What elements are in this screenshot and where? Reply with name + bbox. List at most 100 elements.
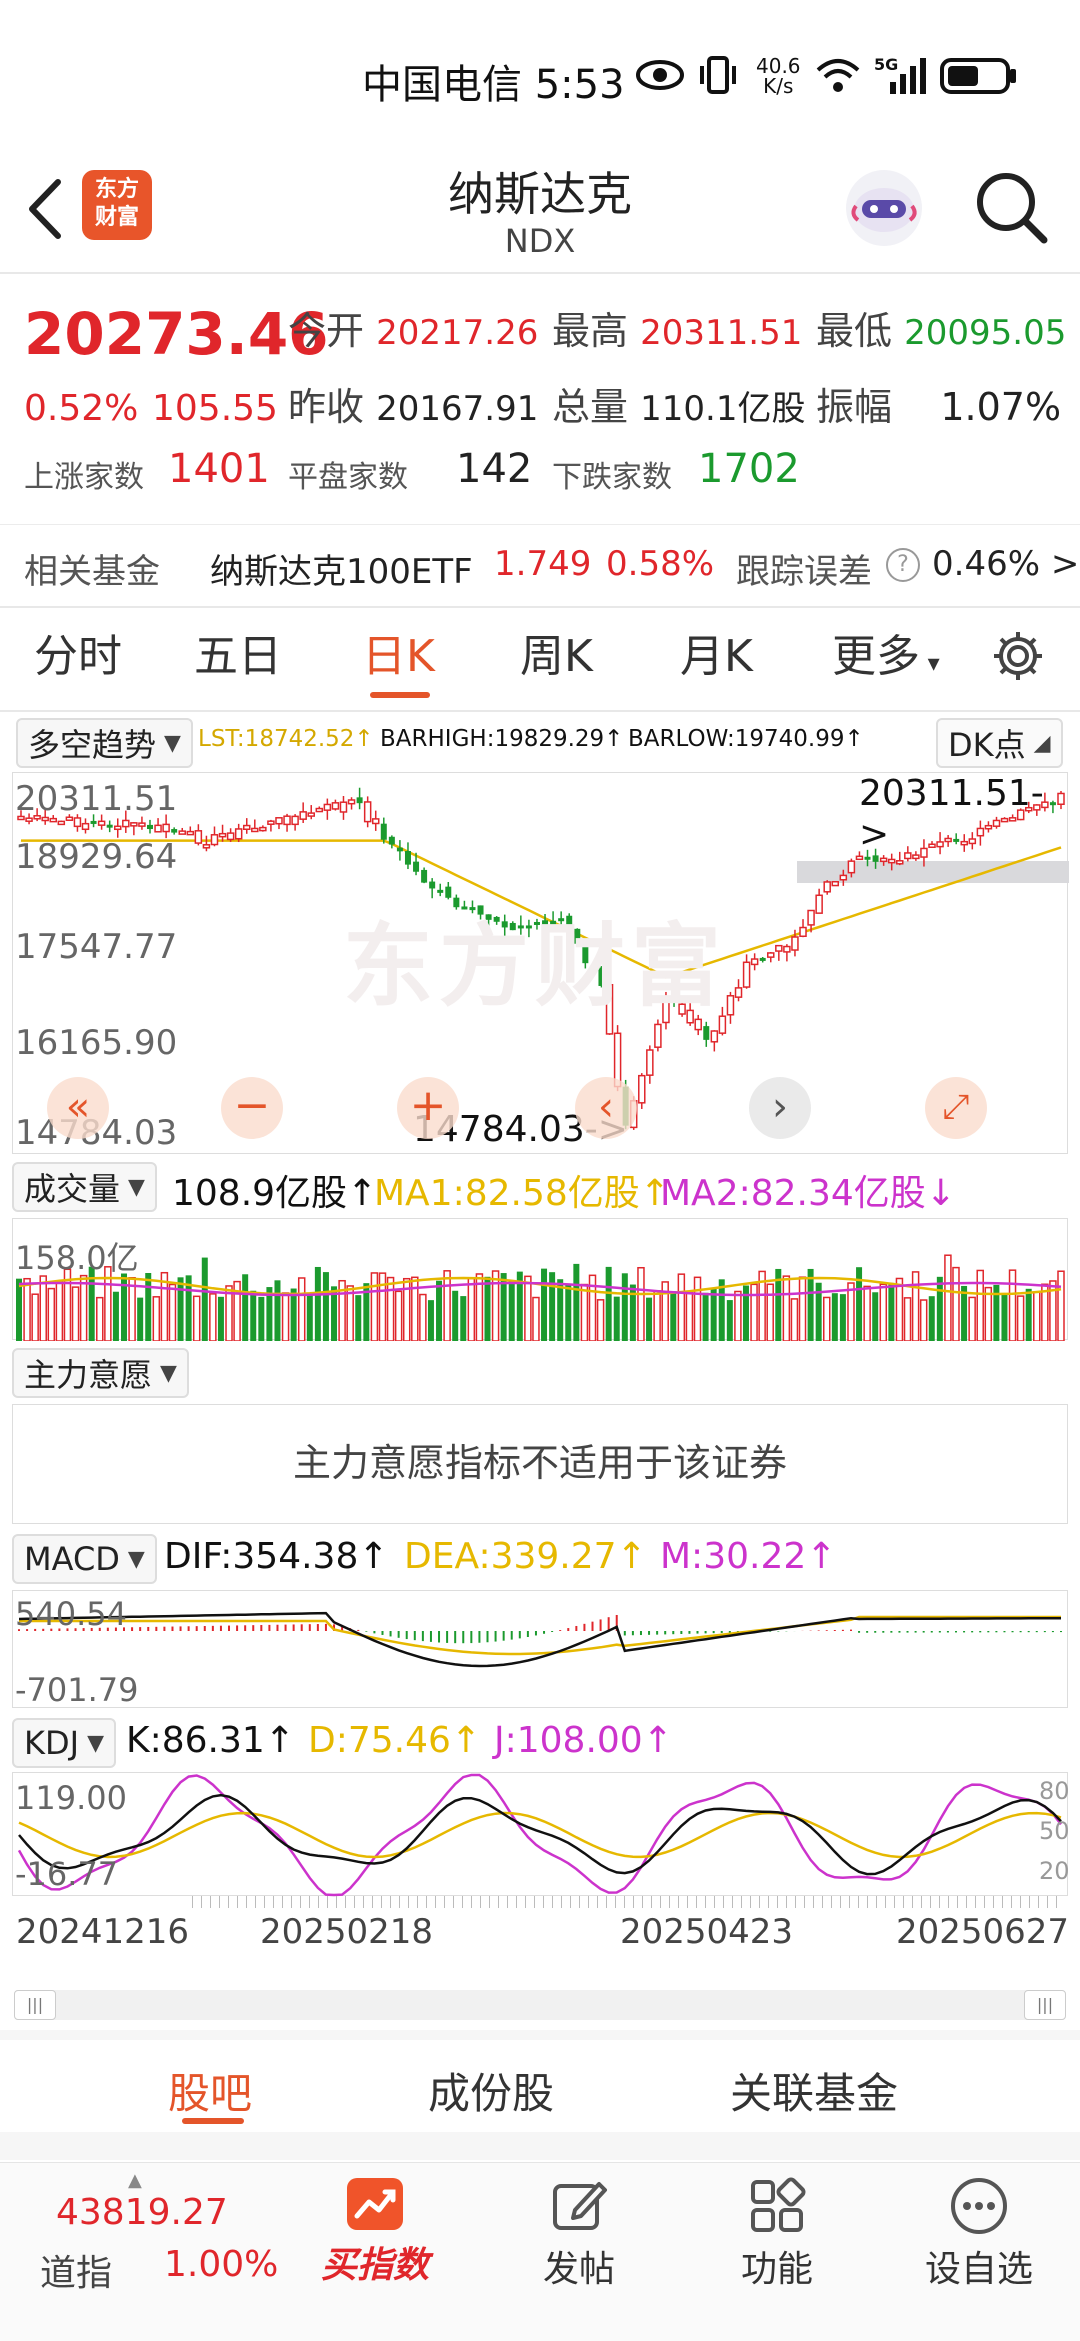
step-left-button[interactable]: ‹ (575, 1077, 637, 1139)
search-button[interactable] (972, 168, 1052, 252)
kline-chart[interactable]: 东方财富 20311.51 18929.64 17547.77 16165.90… (12, 772, 1069, 1154)
candle-body (371, 818, 380, 825)
candle-body (703, 1026, 710, 1040)
macd-y-max: 540.54 (15, 1595, 127, 1633)
fullscreen-button[interactable]: ⤢ (925, 1077, 987, 1139)
zoom-in-button[interactable]: + (397, 1077, 459, 1139)
settings-button[interactable] (990, 628, 1046, 688)
tab-constituents[interactable]: 成份股 (428, 2060, 554, 2121)
tab-related-funds[interactable]: 关联基金 (730, 2060, 898, 2121)
range-handle-left[interactable]: ||| (14, 1990, 56, 2020)
volume-selector[interactable]: 成交量 ▼ (12, 1162, 157, 1212)
candle-body (734, 987, 743, 998)
volume-chart[interactable]: 158.0亿 (12, 1218, 1068, 1341)
scroll-left-button[interactable]: « (47, 1077, 109, 1139)
fund-label: 相关基金 (24, 552, 160, 592)
post-button[interactable]: 发帖 (514, 2176, 644, 2292)
macd-selector[interactable]: MACD ▼ (12, 1534, 157, 1584)
zoom-out-button[interactable]: − (221, 1077, 283, 1139)
kdj-d-line (18, 1811, 1062, 1859)
candle-body (847, 860, 856, 874)
volume-bar (79, 1274, 88, 1341)
range-handle-right[interactable]: ||| (1024, 1990, 1066, 2020)
volume-bar (807, 1268, 814, 1341)
battery-icon (940, 58, 1020, 98)
buy-index-button[interactable]: 买指数 (310, 2176, 440, 2288)
volume-bar (541, 1268, 548, 1341)
candle-body (887, 858, 896, 864)
volume-bar (621, 1273, 628, 1341)
signal-icon: 5G (874, 54, 930, 100)
y-label-4: 16165.90 (15, 1023, 178, 1063)
gear-icon (994, 632, 1042, 680)
tab-daily-k[interactable]: 日K (362, 620, 435, 684)
volume-ma2: MA2:82.34亿股↓ (660, 1173, 956, 1214)
volume-bar (322, 1272, 329, 1341)
add-watchlist-button[interactable]: 设自选 (914, 2176, 1044, 2292)
robot-assistant-icon[interactable] (842, 166, 926, 254)
main-force-selector[interactable]: 主力意愿 ▼ (12, 1348, 189, 1398)
candle-body (226, 832, 235, 841)
functions-button[interactable]: 功能 (712, 2176, 842, 2292)
kdj-chart[interactable]: 119.00 -16.77 80 50 20 (12, 1772, 1070, 1897)
volume-bar (386, 1276, 395, 1341)
grid-icon (751, 2177, 806, 2232)
volume-bar (831, 1293, 838, 1341)
indicator-selector[interactable]: 多空趋势 ▼ (16, 718, 193, 768)
kdj-selector[interactable]: KDJ ▼ (12, 1718, 116, 1768)
down-count-label: 下跌家数 (552, 460, 672, 495)
candle-body (154, 824, 162, 833)
volume-bar (766, 1283, 774, 1341)
volume-bar (524, 1275, 532, 1341)
tab-5day[interactable]: 五日 (194, 620, 282, 684)
low-stat: 最低 20095.05 (816, 309, 1067, 353)
volume-bar (952, 1266, 960, 1341)
chevron-right-icon: › (772, 1084, 788, 1130)
help-icon[interactable]: ? (886, 548, 920, 582)
date-label-1: 20241216 (16, 1912, 190, 1952)
candle-body (259, 826, 267, 832)
volume-bar (491, 1270, 500, 1341)
volume-stat: 总量 110.1亿股 (552, 385, 806, 429)
volume-bar (879, 1283, 888, 1341)
candle-body (234, 828, 243, 840)
candle-body (750, 958, 759, 966)
tab-guba[interactable]: 股吧 (168, 2060, 252, 2121)
volume-bar (1001, 1293, 1008, 1341)
volume-bar (55, 1280, 64, 1341)
volume-bar (677, 1273, 686, 1341)
tab-more[interactable]: 更多 ▾ (832, 620, 940, 684)
dji-name: 道指 (40, 2253, 113, 2294)
volume-bar (436, 1280, 443, 1341)
volume-bar (685, 1291, 694, 1341)
volume-bar (306, 1293, 313, 1341)
volume-bar (192, 1295, 201, 1341)
eye-icon (634, 58, 686, 96)
candle-body (267, 820, 275, 825)
candle-body (710, 1030, 719, 1043)
range-scrollbar[interactable]: ||| ||| (14, 1990, 1066, 2020)
dk-band (797, 861, 1069, 883)
dk-point-button[interactable]: DK点 ◢ (936, 718, 1063, 768)
macd-chart[interactable]: 540.54 -701.79 (12, 1590, 1068, 1709)
candle-body (759, 957, 766, 961)
volume-bar (467, 1277, 476, 1341)
candle-body (638, 1074, 646, 1104)
volume-bar (209, 1293, 217, 1341)
volume-bar (314, 1266, 321, 1341)
tab-weekly-k[interactable]: 周K (520, 620, 593, 684)
max-marker: 20311.51-> (859, 773, 1044, 855)
candle-body (767, 952, 775, 958)
related-fund-row[interactable]: 相关基金 纳斯达克100ETF 1.749 0.58% 跟踪误差 ? 0.46%… (0, 526, 1080, 606)
dji-ticker[interactable]: 43819.27 道指 1.00% (0, 2180, 290, 2294)
search-icon (977, 173, 1048, 244)
step-right-button[interactable]: › (749, 1077, 811, 1139)
tracking-error-label: 跟踪误差 (736, 552, 872, 592)
volume-bar (596, 1299, 605, 1341)
tab-fenshi[interactable]: 分时 (34, 620, 122, 684)
volume-bar (750, 1283, 758, 1341)
up-count-label: 上涨家数 (24, 460, 144, 495)
tab-monthly-k[interactable]: 月K (680, 620, 753, 684)
volume-bar (23, 1277, 31, 1341)
volume-bar (508, 1281, 515, 1341)
